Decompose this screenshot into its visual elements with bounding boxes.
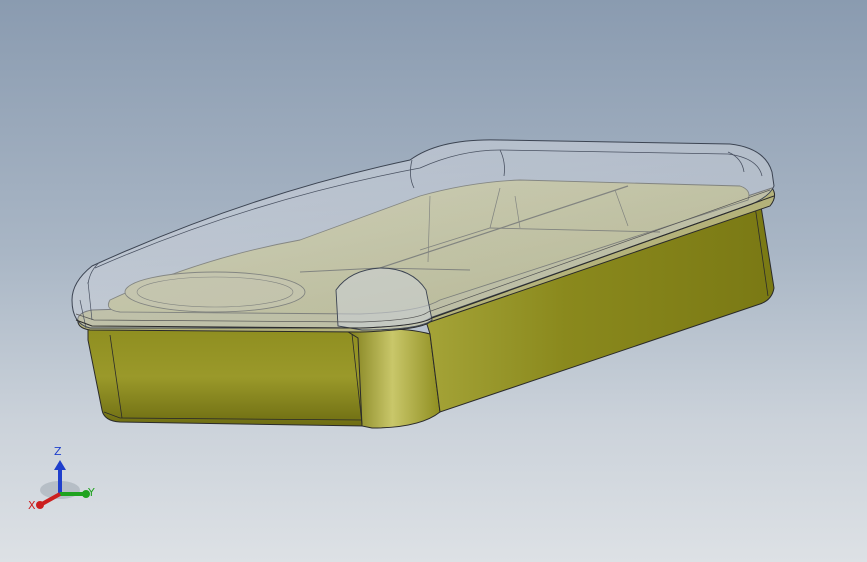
- graphics-viewport[interactable]: Z Y X: [0, 0, 867, 562]
- y-axis-label: Y: [87, 486, 95, 499]
- x-arrow-icon: [36, 501, 44, 509]
- x-axis-label: X: [28, 499, 36, 512]
- axis-triad: Z Y X: [28, 445, 95, 512]
- container-front-wall: [87, 327, 365, 427]
- z-arrow-icon: [54, 460, 66, 470]
- model-3d-view[interactable]: [0, 0, 867, 562]
- z-axis-label: Z: [54, 445, 62, 458]
